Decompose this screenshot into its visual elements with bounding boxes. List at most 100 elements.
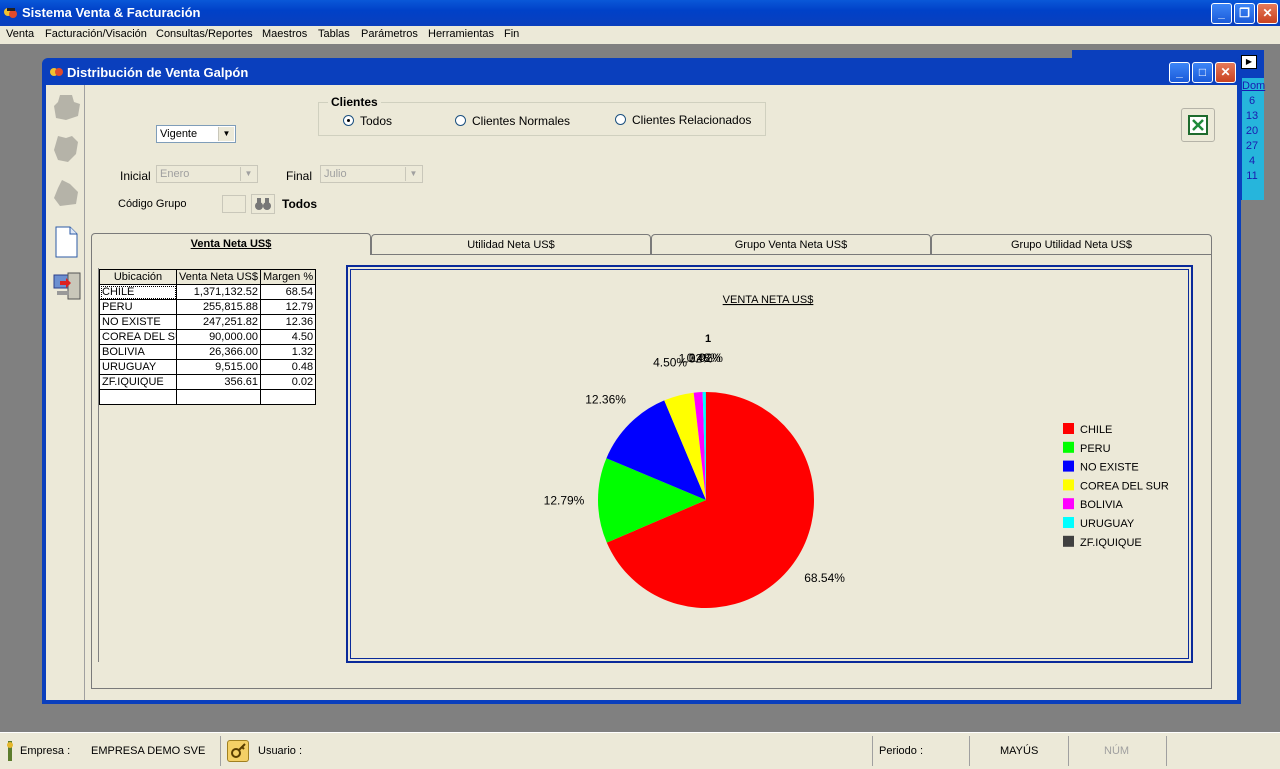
- table-row[interactable]: PERU 255,815.88 12.79: [100, 300, 316, 315]
- cell-venta[interactable]: 9,515.00: [177, 360, 261, 375]
- pie-slice-label: 0.02%: [689, 351, 723, 365]
- calendar-day[interactable]: 27: [1242, 140, 1262, 152]
- window-icon: [49, 65, 64, 79]
- menu-venta[interactable]: Venta: [6, 28, 34, 40]
- table-row[interactable]: COREA DEL SUR 90,000.00 4.50: [100, 330, 316, 345]
- map-region-icon[interactable]: [52, 92, 80, 122]
- calendar-day[interactable]: 20: [1242, 125, 1262, 137]
- menu-herramientas[interactable]: Herramientas: [428, 28, 494, 40]
- tab-venta-neta[interactable]: Venta Neta US$: [91, 233, 371, 255]
- periodo-label: Periodo :: [879, 745, 923, 757]
- table-row[interactable]: URUGUAY 9,515.00 0.48: [100, 360, 316, 375]
- cell-venta[interactable]: 90,000.00: [177, 330, 261, 345]
- calendar-day[interactable]: 4: [1242, 155, 1262, 167]
- cell-ubicacion[interactable]: PERU: [100, 300, 177, 315]
- tab-grupo-utilidad-neta[interactable]: Grupo Utilidad Neta US$: [931, 234, 1212, 254]
- num-lock-indicator: NÚM: [1104, 745, 1129, 757]
- pie-chart: VENTA NETA US$ 1 68.54%12.79%12.36%4.50%…: [350, 269, 1189, 659]
- key-icon: [227, 740, 249, 762]
- cell-venta[interactable]: 255,815.88: [177, 300, 261, 315]
- table-row[interactable]: CHILE 1,371,132.52 68.54: [100, 285, 316, 300]
- client-todos-label[interactable]: Todos: [360, 114, 392, 128]
- cell-ubicacion[interactable]: NO EXISTE: [100, 315, 177, 330]
- column-header[interactable]: Venta Neta US$: [177, 270, 261, 285]
- window-maximize-button[interactable]: □: [1192, 62, 1213, 83]
- chevron-down-icon[interactable]: ▼: [405, 167, 421, 181]
- app-title: Sistema Venta & Facturación: [22, 5, 200, 20]
- legend-label: ZF.IQUIQUE: [1080, 537, 1142, 549]
- menu-consultas[interactable]: Consultas/Reportes: [156, 28, 253, 40]
- client-relacionados-label[interactable]: Clientes Relacionados: [632, 113, 751, 127]
- table-row[interactable]: ZF.IQUIQUE 356.61 0.02: [100, 375, 316, 390]
- cell-margen[interactable]: 4.50: [261, 330, 316, 345]
- cell-venta[interactable]: 356.61: [177, 375, 261, 390]
- table-row-empty[interactable]: [100, 390, 316, 405]
- cell-ubicacion[interactable]: CHILE: [100, 285, 177, 300]
- tab-label: Grupo Utilidad Neta US$: [1011, 239, 1132, 251]
- sales-grid[interactable]: Ubicación Venta Neta US$ Margen % CHILE …: [99, 269, 316, 405]
- tab-label: Grupo Venta Neta US$: [735, 239, 848, 251]
- binoculars-search-button[interactable]: [251, 194, 275, 214]
- app-minimize-button[interactable]: _: [1211, 3, 1232, 24]
- menu-parametros[interactable]: Parámetros: [361, 28, 418, 40]
- client-normales-radio[interactable]: [455, 115, 466, 126]
- cell-venta[interactable]: 26,366.00: [177, 345, 261, 360]
- tab-utilidad-neta[interactable]: Utilidad Neta US$: [371, 234, 651, 254]
- inicial-month-select[interactable]: Enero ▼: [156, 165, 258, 183]
- calendar-column: Dom 6 13 20 27 4 11: [1242, 78, 1264, 200]
- cell-ubicacion[interactable]: BOLIVIA: [100, 345, 177, 360]
- client-relacionados-radio[interactable]: [615, 114, 626, 125]
- cell-ubicacion[interactable]: URUGUAY: [100, 360, 177, 375]
- state-select[interactable]: Vigente ▼: [156, 125, 236, 143]
- menu-facturacion[interactable]: Facturación/Visación: [45, 28, 147, 40]
- map-region-icon[interactable]: [52, 134, 80, 164]
- group-all-label: Todos: [282, 197, 317, 211]
- calendar-day[interactable]: 6: [1242, 95, 1262, 107]
- client-todos-radio[interactable]: [343, 115, 354, 126]
- cell-margen[interactable]: 68.54: [261, 285, 316, 300]
- tab-grupo-venta-neta[interactable]: Grupo Venta Neta US$: [651, 234, 931, 254]
- window-close-button[interactable]: ✕: [1215, 62, 1236, 83]
- inicial-month-value: Enero: [160, 168, 189, 180]
- client-normales-label[interactable]: Clientes Normales: [472, 114, 570, 128]
- cell-venta[interactable]: 1,371,132.52: [177, 285, 261, 300]
- cell-margen[interactable]: 12.79: [261, 300, 316, 315]
- window-minimize-button[interactable]: _: [1169, 62, 1190, 83]
- column-header[interactable]: Margen %: [261, 270, 316, 285]
- chevron-down-icon[interactable]: ▼: [240, 167, 256, 181]
- cell-ubicacion[interactable]: ZF.IQUIQUE: [100, 375, 177, 390]
- cell-empty[interactable]: [100, 390, 177, 405]
- table-row[interactable]: NO EXISTE 247,251.82 12.36: [100, 315, 316, 330]
- pie-slice-label: 12.79%: [544, 494, 585, 508]
- calendar-day[interactable]: 13: [1242, 110, 1262, 122]
- app-restore-button[interactable]: ❐: [1234, 3, 1255, 24]
- table-row[interactable]: BOLIVIA 26,366.00 1.32: [100, 345, 316, 360]
- cell-empty[interactable]: [177, 390, 261, 405]
- cell-margen[interactable]: 12.36: [261, 315, 316, 330]
- document-icon[interactable]: [52, 226, 80, 256]
- excel-export-button[interactable]: [1181, 108, 1215, 142]
- menu-tablas[interactable]: Tablas: [318, 28, 350, 40]
- cell-empty[interactable]: [261, 390, 316, 405]
- status-divider: [1068, 736, 1069, 766]
- calendar-next-button[interactable]: ▶: [1241, 55, 1257, 69]
- menu-maestros[interactable]: Maestros: [262, 28, 307, 40]
- cell-margen[interactable]: 0.02: [261, 375, 316, 390]
- status-divider: [1166, 736, 1167, 766]
- group-code-input[interactable]: [222, 195, 246, 213]
- app-close-button[interactable]: ✕: [1257, 3, 1278, 24]
- computer-exit-icon[interactable]: [52, 271, 80, 301]
- calendar-day[interactable]: 11: [1242, 170, 1262, 182]
- status-divider: [220, 736, 221, 766]
- column-header[interactable]: Ubicación: [100, 270, 177, 285]
- calendar-day-header: Dom: [1242, 80, 1262, 92]
- chevron-down-icon[interactable]: ▼: [218, 127, 234, 141]
- cell-margen[interactable]: 0.48: [261, 360, 316, 375]
- cell-margen[interactable]: 1.32: [261, 345, 316, 360]
- cell-ubicacion[interactable]: COREA DEL SUR: [100, 330, 177, 345]
- menu-fin[interactable]: Fin: [504, 28, 519, 40]
- cell-venta[interactable]: 247,251.82: [177, 315, 261, 330]
- side-toolbar: [46, 85, 85, 700]
- final-month-select[interactable]: Julio ▼: [320, 165, 423, 183]
- map-region-icon[interactable]: [52, 178, 80, 208]
